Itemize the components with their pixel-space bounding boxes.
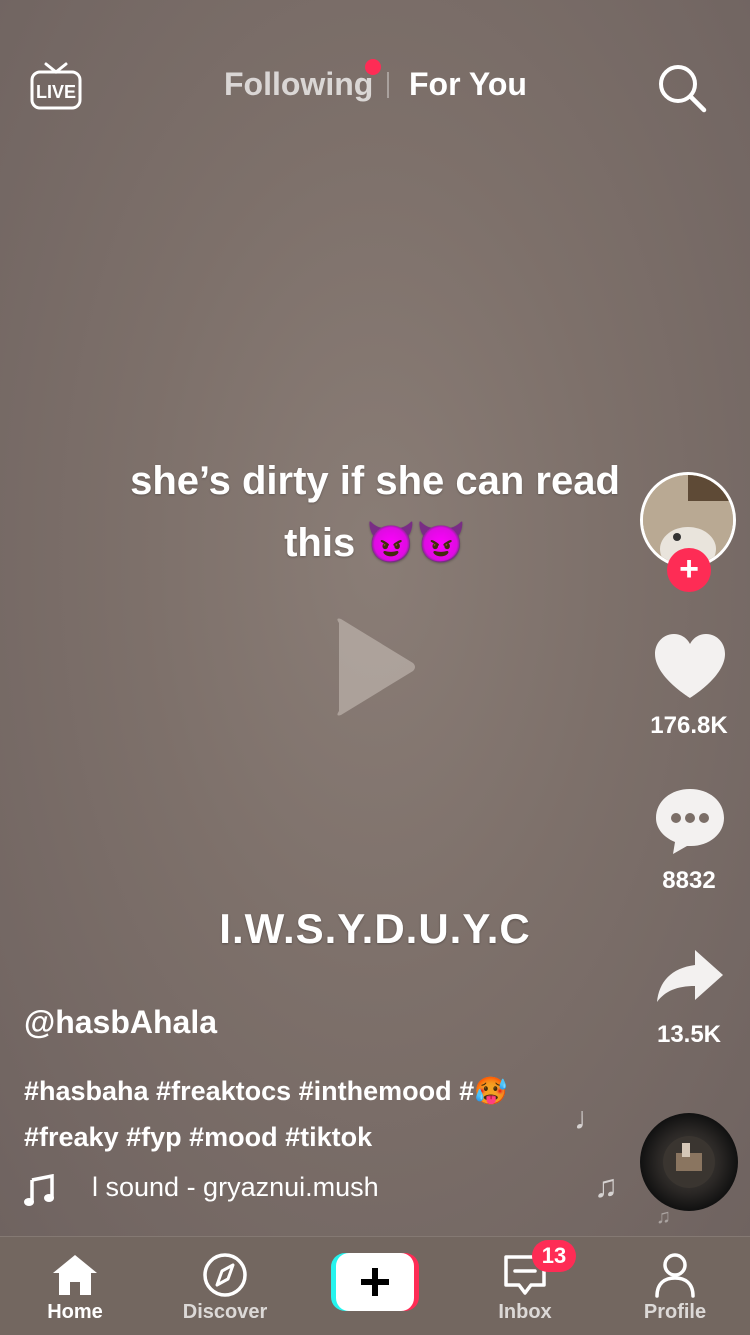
nav-profile[interactable]: Profile [615, 1237, 735, 1335]
plus-icon [331, 1253, 419, 1311]
heart-icon [655, 634, 725, 698]
floating-note-icon: ♫ [594, 1168, 618, 1204]
create-button[interactable] [331, 1253, 419, 1311]
compass-icon [203, 1253, 247, 1297]
comment-count: 8832 [662, 867, 716, 894]
music-note-icon [24, 1174, 54, 1206]
description-line: #hasbaha #freaktocs #inthemood #🥵 [24, 1076, 508, 1106]
following-notification-dot [365, 59, 381, 75]
nav-label: Inbox [498, 1301, 552, 1323]
share-button[interactable] [650, 946, 730, 1011]
caption-line: this 😈😈 [284, 521, 466, 565]
video-caption-overlay: she’s dirty if she can read this 😈😈 [100, 450, 650, 574]
tab-for-you[interactable]: For You [409, 66, 527, 103]
sound-title: l sound - gryaznui.mush [92, 1172, 379, 1202]
like-count: 176.8K [650, 712, 728, 739]
sound-row[interactable]: l sound - gryaznui.mush [24, 1170, 584, 1210]
follow-plus-button[interactable]: + [667, 548, 711, 592]
live-button[interactable]: LIVE [28, 60, 84, 112]
search-icon [659, 65, 707, 113]
music-disc[interactable] [640, 1113, 738, 1211]
like-button[interactable] [650, 632, 730, 705]
share-icon [657, 950, 723, 1002]
search-button[interactable] [656, 62, 708, 114]
nav-label: Home [47, 1301, 103, 1323]
nav-discover[interactable]: Discover [165, 1237, 285, 1335]
play-icon [337, 618, 415, 716]
video-overlay-code: I.W.S.Y.D.U.Y.C [219, 905, 531, 952]
inbox-badge: 13 [532, 1240, 576, 1272]
comment-button[interactable] [650, 786, 730, 861]
bottom-nav: Home Discover Inbox Profile [0, 1236, 750, 1335]
disc-cover-image [663, 1136, 715, 1188]
top-bar: LIVE Following For You [0, 40, 750, 130]
post-description[interactable]: #hasbaha #freaktocs #inthemood #🥵 #freak… [24, 1068, 564, 1160]
nav-label: Profile [643, 1301, 707, 1323]
home-icon [53, 1255, 97, 1295]
play-button[interactable] [333, 615, 417, 719]
live-label: LIVE [36, 82, 76, 102]
comment-icon [656, 789, 724, 854]
description-line: #freaky #fyp #mood #tiktok [24, 1122, 373, 1152]
live-icon: LIVE [30, 62, 82, 110]
nav-home[interactable]: Home [15, 1237, 135, 1335]
tab-following[interactable]: Following [224, 66, 373, 103]
profile-icon [655, 1253, 695, 1298]
caption-line: she’s dirty if she can read [130, 459, 620, 503]
tab-divider [387, 72, 389, 98]
nav-label: Discover [182, 1301, 268, 1323]
share-count: 13.5K [656, 1021, 722, 1048]
creator-username[interactable]: @hasbAhala [24, 1004, 217, 1041]
floating-note-icon: ♩ [574, 1100, 606, 1136]
